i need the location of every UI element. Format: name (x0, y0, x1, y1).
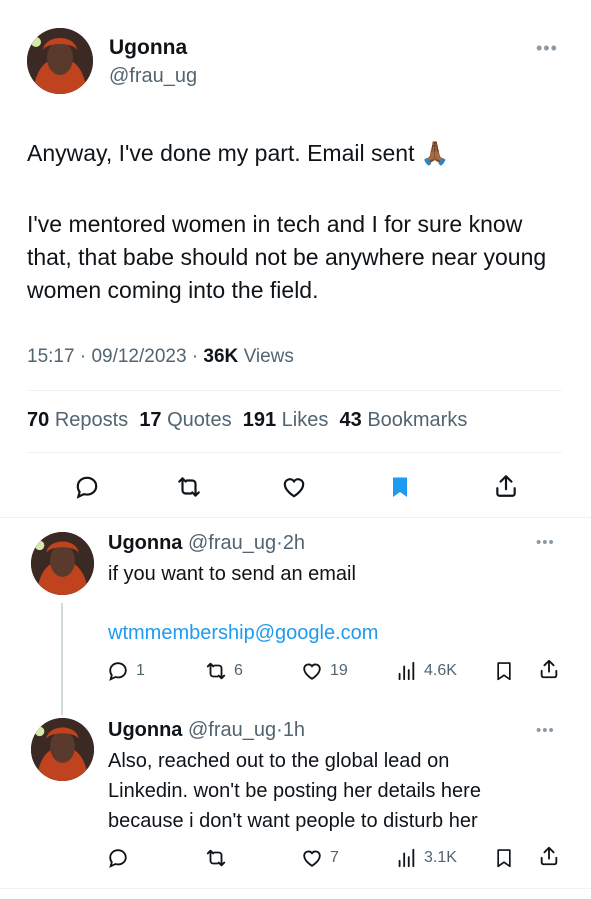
share-button[interactable] (537, 844, 561, 868)
share-icon (496, 475, 516, 497)
avatar[interactable] (27, 28, 93, 94)
repost-button[interactable] (203, 659, 229, 683)
likes-label: Likes (281, 409, 329, 431)
avatar[interactable] (31, 718, 94, 781)
reply-header: Ugonna @frau_ug·1h (108, 719, 305, 742)
like-count: 19 (330, 662, 348, 679)
repost-count: 6 (234, 662, 243, 679)
bookmark-icon (393, 477, 407, 497)
tweet-text-paragraph: I've mentored women in tech and I for su… (27, 211, 547, 303)
heart-icon (283, 478, 305, 498)
divider (27, 452, 562, 453)
author-handle[interactable]: @frau_ug (188, 719, 276, 741)
reply-icon (76, 476, 98, 499)
avatar-image (31, 532, 94, 595)
reply-age[interactable]: 1h (283, 719, 305, 741)
heart-icon (303, 850, 321, 867)
bookmark-button[interactable] (492, 846, 516, 870)
quotes-label: Quotes (167, 409, 232, 431)
thread-line (61, 603, 63, 715)
share-button[interactable] (491, 471, 521, 501)
reply-button[interactable] (106, 846, 130, 870)
reply-button[interactable] (72, 472, 102, 502)
quotes-stat[interactable]: 17 Quotes (139, 409, 231, 431)
author-name[interactable]: Ugonna (108, 532, 182, 554)
author-handle[interactable]: @frau_ug (109, 65, 197, 88)
reposts-count: 70 (27, 409, 50, 431)
reply-button[interactable] (106, 659, 130, 683)
likes-count: 191 (242, 409, 277, 431)
meta-separator: · (276, 719, 283, 741)
avatar-image (31, 718, 94, 781)
views-icon (398, 848, 415, 868)
heart-icon (303, 663, 321, 680)
likes-stat[interactable]: 191 Likes (243, 409, 329, 431)
like-button[interactable] (279, 472, 309, 502)
repost-icon (178, 477, 200, 497)
repost-button[interactable] (174, 472, 204, 502)
bookmarks-label: Bookmarks (367, 409, 468, 431)
more-icon[interactable]: ••• (536, 535, 555, 550)
author-handle[interactable]: @frau_ug (188, 532, 276, 554)
bookmark-icon (497, 849, 511, 868)
like-count: 7 (330, 849, 339, 866)
quotes-count: 17 (139, 409, 162, 431)
more-icon[interactable]: ••• (536, 723, 555, 738)
view-count: 3.1K (424, 849, 457, 866)
reply-text-line1: Also, reached out to the global lead on (108, 750, 450, 772)
avatar-image (27, 28, 93, 94)
bookmarks-stat[interactable]: 43 Bookmarks (340, 409, 468, 431)
bookmark-button[interactable] (385, 472, 415, 502)
reply-text-line3: because i don't want people to disturb h… (108, 810, 478, 832)
reply-text-line2: Linkedin. won't be posting her details h… (108, 780, 481, 802)
views-label: Views (243, 346, 294, 367)
views-count: 36K (203, 346, 239, 367)
engagement-stats: 70 Reposts 17 Quotes 191 Likes 43 Bookma… (27, 409, 467, 432)
repost-icon (206, 849, 226, 867)
views-icon (398, 661, 415, 681)
divider (27, 390, 562, 391)
reply-icon (109, 662, 127, 681)
views-button[interactable] (394, 659, 418, 683)
like-button[interactable] (300, 846, 324, 870)
bookmarks-count: 43 (339, 409, 362, 431)
email-link[interactable]: wtmmembership@google.com (108, 622, 378, 645)
author-name[interactable]: Ugonna (109, 36, 187, 60)
avatar[interactable] (31, 532, 94, 595)
reply-header: Ugonna @frau_ug·2h (108, 532, 305, 555)
reply-count: 1 (136, 662, 145, 679)
tweet-time[interactable]: 15:17 (27, 346, 75, 367)
repost-icon (206, 662, 226, 680)
like-button[interactable] (300, 659, 324, 683)
view-count: 4.6K (424, 662, 457, 679)
meta-separator: · (191, 346, 199, 367)
reply-text: if you want to send an email (108, 563, 356, 585)
more-icon[interactable]: ••• (536, 39, 558, 57)
reply-age[interactable]: 2h (283, 532, 305, 554)
divider (0, 517, 591, 518)
share-button[interactable] (537, 657, 561, 681)
meta-separator: · (79, 346, 87, 367)
author-name[interactable]: Ugonna (108, 719, 182, 741)
share-icon (540, 659, 558, 679)
meta-separator: · (276, 532, 283, 554)
share-icon (540, 846, 558, 866)
reposts-stat[interactable]: 70 Reposts (27, 409, 128, 431)
reply-icon (109, 849, 127, 868)
tweet-text-line1: Anyway, I've done my part. Email sent 🙏🏾 (27, 140, 450, 166)
tweet-meta: 15:17 · 09/12/2023 · 36K Views (27, 346, 294, 368)
divider (0, 888, 591, 889)
repost-button[interactable] (203, 846, 229, 870)
views-button[interactable] (394, 846, 418, 870)
tweet-date[interactable]: 09/12/2023 (91, 346, 186, 367)
bookmark-icon (497, 662, 511, 681)
bookmark-button[interactable] (492, 659, 516, 683)
reposts-label: Reposts (54, 409, 129, 431)
